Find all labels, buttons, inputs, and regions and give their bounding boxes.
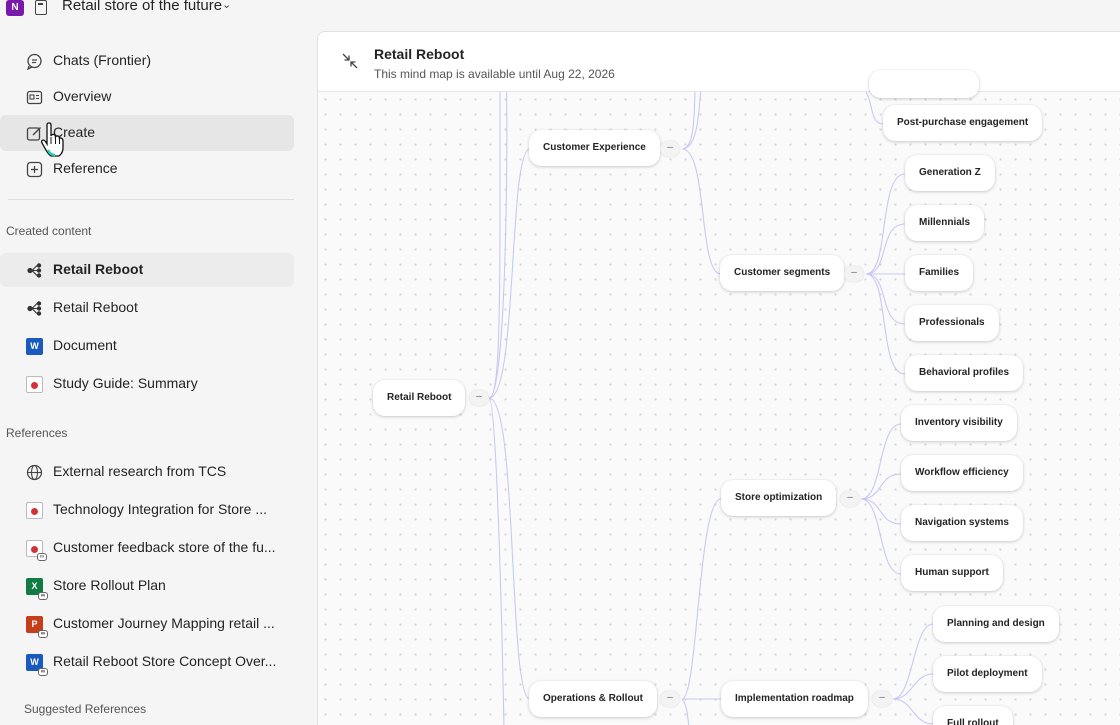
pdf-icon bbox=[26, 376, 43, 393]
mind-map-node-operations[interactable]: Operations & Rollout bbox=[529, 681, 657, 717]
ppt-link-icon: P ∞ bbox=[26, 616, 48, 638]
pdf-link-icon: ∞ bbox=[26, 540, 47, 561]
nav-chats[interactable]: Chats (Frontier) bbox=[0, 43, 294, 79]
mind-map-node-customer-experience[interactable]: Customer Experience bbox=[529, 130, 660, 166]
mind-map-node-root[interactable]: Retail Reboot bbox=[373, 380, 466, 416]
list-item-label: External research from TCS bbox=[53, 463, 227, 479]
list-item-label: Study Guide: Summary bbox=[53, 375, 198, 391]
reference-item[interactable]: External research from TCS bbox=[0, 455, 294, 489]
notebook-title[interactable]: Retail store of the future bbox=[62, 0, 222, 14]
mind-map-panel: Retail Reboot This mind map is available… bbox=[317, 31, 1120, 725]
link-icon: ∞ bbox=[38, 592, 48, 600]
nav-overview[interactable]: Overview bbox=[0, 79, 294, 115]
globe-icon bbox=[26, 464, 43, 481]
excel-link-icon: X ∞ bbox=[26, 578, 48, 600]
list-item-label: Retail Reboot bbox=[53, 261, 144, 277]
mind-map-title: Retail Reboot bbox=[374, 46, 465, 62]
chevron-down-icon[interactable]: ⌄ bbox=[222, 0, 231, 11]
word-icon: W bbox=[26, 338, 43, 355]
mind-map-node-segment[interactable]: Millennials bbox=[905, 205, 985, 241]
mindmap-icon bbox=[26, 262, 43, 279]
collapse-toggle[interactable]: – bbox=[660, 691, 680, 707]
collapse-icon[interactable] bbox=[341, 52, 359, 70]
mind-map-node-segment[interactable]: Professionals bbox=[905, 305, 999, 341]
overview-icon bbox=[26, 89, 43, 106]
mind-map-node-roadmap[interactable]: Full rollout bbox=[933, 706, 1013, 725]
onenote-app-icon: N bbox=[6, 0, 24, 16]
list-item-label: Retail Reboot bbox=[53, 299, 138, 315]
list-item-label: Technology Integration for Store ... bbox=[53, 501, 268, 517]
word-link-icon: W ∞ bbox=[26, 654, 48, 676]
mind-map-node-optimization[interactable]: Workflow efficiency bbox=[901, 455, 1023, 491]
nav-label: Reference bbox=[53, 160, 118, 176]
reference-item[interactable]: X ∞ Store Rollout Plan bbox=[0, 569, 294, 603]
nav-label: Overview bbox=[53, 88, 112, 104]
section-created-content: Created content bbox=[6, 224, 92, 238]
collapse-toggle[interactable]: – bbox=[872, 691, 892, 707]
mind-map-header: Retail Reboot This mind map is available… bbox=[318, 32, 1120, 92]
created-item-retail-reboot[interactable]: Retail Reboot bbox=[0, 253, 294, 287]
reference-item[interactable]: ∞ Customer feedback store of the fu... bbox=[0, 531, 294, 565]
collapse-toggle[interactable]: – bbox=[844, 266, 864, 282]
divider bbox=[8, 199, 294, 200]
mind-map-node-optimization[interactable]: Human support bbox=[901, 555, 1003, 591]
mind-map-node-roadmap[interactable]: Pilot deployment bbox=[933, 656, 1042, 692]
created-item-study-guide[interactable]: Study Guide: Summary bbox=[0, 367, 294, 401]
created-item-document[interactable]: W Document bbox=[0, 329, 294, 363]
mind-map-node-store-optimization[interactable]: Store optimization bbox=[721, 480, 837, 516]
link-icon: ∞ bbox=[38, 630, 48, 638]
created-item-retail-reboot-2[interactable]: Retail Reboot bbox=[0, 291, 294, 325]
mind-map-node-segment[interactable]: Generation Z bbox=[905, 155, 995, 191]
mind-map-node-segment[interactable]: Families bbox=[905, 255, 974, 291]
collapse-toggle[interactable]: – bbox=[469, 390, 489, 406]
list-item-label: Customer feedback store of the fu... bbox=[53, 539, 276, 555]
link-icon: ∞ bbox=[38, 668, 48, 676]
list-item-label: Retail Reboot Store Concept Over... bbox=[53, 653, 277, 669]
mind-map-node-post-purchase[interactable]: Post-purchase engagement bbox=[883, 105, 1043, 141]
mind-map-availability: This mind map is available until Aug 22,… bbox=[374, 67, 615, 81]
mindmap-icon bbox=[26, 300, 43, 317]
list-item-label: Customer Journey Mapping retail ... bbox=[53, 615, 275, 631]
add-icon bbox=[26, 161, 43, 178]
hand-cursor-icon bbox=[40, 122, 64, 158]
pdf-icon bbox=[26, 502, 43, 519]
mind-map-node-optimization[interactable]: Inventory visibility bbox=[901, 405, 1017, 441]
collapse-toggle[interactable]: – bbox=[660, 141, 680, 157]
link-icon: ∞ bbox=[37, 553, 47, 561]
chat-icon bbox=[26, 53, 43, 71]
collapse-toggle[interactable]: – bbox=[840, 491, 860, 507]
mind-map-node-optimization[interactable]: Navigation systems bbox=[901, 505, 1023, 541]
mind-map-node-customer-segments[interactable]: Customer segments bbox=[720, 255, 845, 291]
reference-item[interactable]: Technology Integration for Store ... bbox=[0, 493, 294, 527]
section-suggested-references: Suggested References bbox=[24, 702, 147, 716]
top-bar: N Retail store of the future ⌄ bbox=[0, 0, 1120, 30]
mind-map-node-roadmap[interactable]: Planning and design bbox=[933, 606, 1059, 642]
nav-label: Chats (Frontier) bbox=[53, 52, 152, 68]
list-item-label: Store Rollout Plan bbox=[53, 577, 166, 593]
notebook-icon bbox=[35, 0, 47, 15]
mind-map-node-implementation[interactable]: Implementation roadmap bbox=[721, 681, 868, 717]
reference-item[interactable]: W ∞ Retail Reboot Store Concept Over... bbox=[0, 645, 294, 679]
list-item-label: Document bbox=[53, 337, 117, 353]
mind-map-node-partial[interactable] bbox=[869, 70, 979, 98]
section-references: References bbox=[6, 426, 68, 440]
reference-item[interactable]: P ∞ Customer Journey Mapping retail ... bbox=[0, 607, 294, 641]
mind-map-node-segment[interactable]: Behavioral profiles bbox=[905, 355, 1024, 391]
mind-map-canvas[interactable]: Post-purchase engagement Retail Reboot –… bbox=[318, 70, 1120, 725]
